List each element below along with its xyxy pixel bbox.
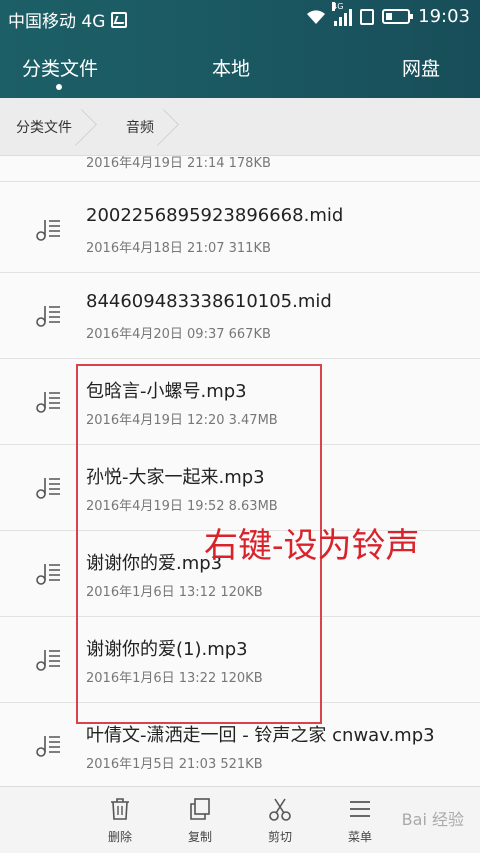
music-file-icon xyxy=(36,306,60,327)
annotation-text: 右键-设为铃声 xyxy=(204,526,420,566)
file-meta: 2016年4月19日 21:14 178KB xyxy=(86,156,271,171)
music-file-icon xyxy=(36,478,60,499)
tab-category-files[interactable]: 分类文件 xyxy=(0,36,161,98)
menu-button[interactable]: 菜单 xyxy=(320,787,400,853)
battery-icon xyxy=(382,9,414,24)
delete-label: 删除 xyxy=(107,829,132,844)
file-name: 叶倩文-潇洒走一回 - 铃声之家 cnwav.mp3 xyxy=(86,725,435,746)
cut-button[interactable]: 剪切 xyxy=(240,787,320,853)
top-bar: 中国移动 4G 4G 19:03 分类文件 本地 网盘 xyxy=(0,0,480,98)
watermark: Bai 经验 xyxy=(401,810,464,829)
breadcrumb: 分类文件 音频 xyxy=(0,98,480,156)
file-meta: 2016年1月5日 21:03 521KB xyxy=(86,757,263,772)
sim-icon xyxy=(360,8,375,25)
file-meta: 2016年4月20日 09:37 667KB xyxy=(86,327,271,342)
wifi-icon xyxy=(307,9,326,24)
cut-label: 剪切 xyxy=(267,829,292,844)
file-row[interactable]: 2016年4月19日 21:14 178KB xyxy=(0,156,480,182)
file-meta: 2016年1月6日 13:12 120KB xyxy=(86,585,263,600)
tab-cloud-drive[interactable]: 网盘 xyxy=(301,36,480,98)
file-row[interactable]: 2002256895923896668.mid 2016年4月18日 21:07… xyxy=(0,187,480,273)
scissors-icon xyxy=(269,798,291,821)
active-tab-indicator xyxy=(56,84,62,90)
file-name: 谢谢你的爱(1).mp3 xyxy=(86,639,248,660)
file-name: 包晗言-小螺号.mp3 xyxy=(86,381,247,402)
status-right: 4G 19:03 xyxy=(306,1,470,27)
status-left: 中国移动 4G xyxy=(8,7,128,32)
tab-label: 分类文件 xyxy=(22,57,99,80)
music-file-icon xyxy=(36,736,60,757)
tab-bar: 分类文件 本地 网盘 xyxy=(0,36,480,98)
copy-button[interactable]: 复制 xyxy=(160,787,240,853)
file-row[interactable]: 包晗言-小螺号.mp3 2016年4月19日 12:20 3.47MB xyxy=(0,359,480,445)
trash-icon xyxy=(111,797,129,820)
cell-signal-icon: 4G xyxy=(332,1,353,26)
file-meta: 2016年4月18日 21:07 311KB xyxy=(86,241,271,256)
file-name: 844609483338610105.mid xyxy=(86,291,332,312)
delete-button[interactable]: 删除 xyxy=(80,787,160,853)
network-type-label: 4G xyxy=(332,1,344,11)
menu-icon xyxy=(350,800,370,817)
file-row[interactable]: 叶倩文-潇洒走一回 - 铃声之家 cnwav.mp3 2016年1月5日 21:… xyxy=(0,703,480,786)
file-list: 2016年4月19日 21:14 178KB 20022568959238966… xyxy=(0,156,480,786)
copy-icon xyxy=(190,797,210,820)
image-notification-icon xyxy=(111,11,128,28)
menu-label: 菜单 xyxy=(347,829,372,844)
breadcrumb-category-files[interactable]: 分类文件 xyxy=(0,98,98,156)
carrier-label: 中国移动 4G xyxy=(8,12,106,32)
file-name: 2002256895923896668.mid xyxy=(86,205,344,226)
file-meta: 2016年4月19日 12:20 3.47MB xyxy=(86,413,278,428)
music-file-icon xyxy=(36,220,60,241)
breadcrumb-audio[interactable]: 音频 xyxy=(98,98,180,156)
tab-label: 网盘 xyxy=(401,57,440,80)
file-name: 谢谢你的爱.mp3 xyxy=(86,553,223,574)
file-name: 孙悦-大家一起来.mp3 xyxy=(86,467,265,488)
music-file-icon xyxy=(36,650,60,671)
file-meta: 2016年4月19日 19:52 8.63MB xyxy=(86,499,278,514)
file-meta: 2016年1月6日 13:22 120KB xyxy=(86,671,263,686)
status-bar: 中国移动 4G 4G 19:03 xyxy=(0,0,480,36)
music-file-icon xyxy=(36,392,60,413)
file-row[interactable]: 844609483338610105.mid 2016年4月20日 09:37 … xyxy=(0,273,480,359)
tab-label: 本地 xyxy=(211,57,250,80)
copy-label: 复制 xyxy=(187,829,212,844)
clock: 19:03 xyxy=(418,6,470,27)
music-file-icon xyxy=(36,564,60,585)
file-row[interactable]: 谢谢你的爱(1).mp3 2016年1月6日 13:22 120KB xyxy=(0,617,480,703)
tab-local[interactable]: 本地 xyxy=(161,36,300,98)
